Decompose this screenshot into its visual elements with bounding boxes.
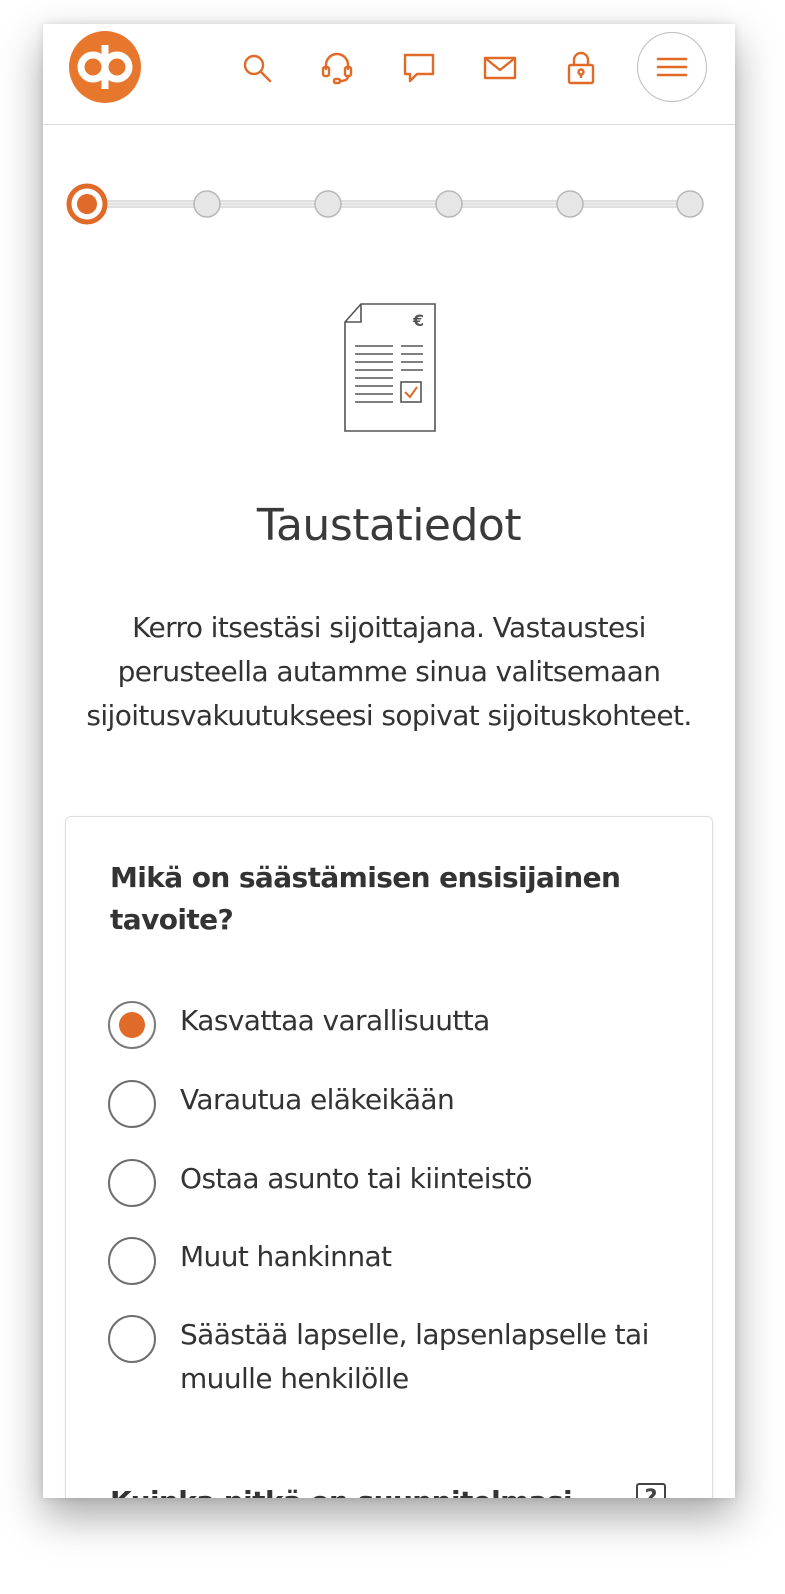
document-euro-illustration-icon: € bbox=[344, 303, 436, 432]
radio-option-label: Säästää lapselle, lapsenlapselle tai muu… bbox=[180, 1318, 649, 1395]
search-icon[interactable] bbox=[235, 46, 279, 90]
chat-icon[interactable] bbox=[397, 46, 441, 90]
step-2 bbox=[193, 190, 221, 218]
radio-button[interactable] bbox=[108, 1237, 156, 1285]
radio-button[interactable] bbox=[108, 1315, 156, 1363]
step-4 bbox=[435, 190, 463, 218]
radio-option-buy-property[interactable]: Ostaa asunto tai kiinteistö bbox=[108, 1159, 688, 1207]
radio-option-retirement[interactable]: Varautua eläkeikään bbox=[108, 1080, 688, 1128]
progress-stepper bbox=[66, 183, 704, 225]
radio-option-save-for-child[interactable]: Säästää lapselle, lapsenlapselle tai muu… bbox=[108, 1315, 688, 1401]
radio-option-label: Kasvattaa varallisuutta bbox=[180, 1004, 490, 1037]
radio-option-label: Varautua eläkeikään bbox=[180, 1083, 455, 1116]
hamburger-menu-button[interactable] bbox=[637, 32, 707, 102]
svg-text:€: € bbox=[412, 311, 424, 330]
radio-button-selected[interactable] bbox=[108, 1001, 156, 1049]
radio-option-label: Muut hankinnat bbox=[180, 1240, 392, 1273]
radio-option-other-purchases[interactable]: Muut hankinnat bbox=[108, 1237, 688, 1285]
step-5 bbox=[556, 190, 584, 218]
mail-icon[interactable] bbox=[478, 46, 522, 90]
app-screen: € Taustatiedot Kerro itsestäsi sijoittaj… bbox=[43, 24, 735, 1498]
op-logo[interactable] bbox=[69, 31, 141, 103]
radio-option-label: Ostaa asunto tai kiinteistö bbox=[180, 1162, 532, 1195]
page-description: Kerro itsestäsi sijoittajana. Vastaustes… bbox=[86, 611, 692, 732]
step-3 bbox=[314, 190, 342, 218]
page-title: Taustatiedot bbox=[256, 500, 522, 551]
question-2-text: Kuinka pitkä on suunnitelmasi bbox=[110, 1485, 610, 1498]
question-1-text: Mikä on säästämisen ensisijainen tavoite… bbox=[110, 861, 621, 936]
radio-button[interactable] bbox=[108, 1080, 156, 1128]
question-card: Mikä on säästämisen ensisijainen tavoite… bbox=[65, 816, 713, 1498]
headset-icon[interactable] bbox=[315, 46, 359, 90]
step-1-current[interactable] bbox=[66, 183, 108, 225]
step-6 bbox=[676, 190, 704, 218]
hamburger-menu-icon bbox=[656, 57, 688, 77]
radio-button[interactable] bbox=[108, 1159, 156, 1207]
help-icon[interactable]: ? bbox=[636, 1483, 666, 1498]
top-navigation-bar bbox=[43, 24, 735, 125]
lock-icon[interactable] bbox=[559, 46, 603, 90]
radio-option-grow-wealth[interactable]: Kasvattaa varallisuutta bbox=[108, 1001, 688, 1049]
